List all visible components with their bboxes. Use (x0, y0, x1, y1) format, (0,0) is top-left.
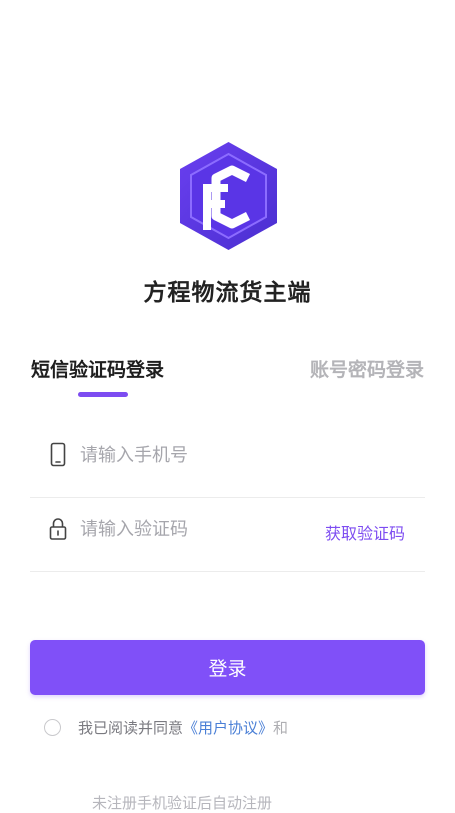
active-tab-indicator (78, 392, 128, 397)
phone-input[interactable] (80, 441, 310, 469)
login-button[interactable]: 登录 (30, 640, 425, 695)
phone-icon (48, 442, 68, 468)
tab-password-login[interactable]: 账号密码登录 (310, 355, 424, 382)
phone-field (30, 413, 425, 498)
lock-icon (48, 516, 68, 542)
tab-sms-login[interactable]: 短信验证码登录 (31, 355, 164, 382)
get-code-button[interactable]: 获取验证码 (325, 520, 405, 544)
agreement-text: 我已阅读并同意 (78, 718, 184, 737)
agreement-suffix: 和 (273, 718, 289, 737)
user-agreement-link[interactable]: 《用户协议》 (183, 717, 273, 738)
app-logo-icon (180, 142, 277, 250)
code-field: 获取验证码 (30, 487, 425, 572)
agreement-checkbox[interactable] (44, 718, 61, 736)
app-logo (178, 140, 279, 252)
app-title: 方程物流货主端 (143, 280, 312, 306)
edge-fade-overlay (295, 700, 455, 810)
code-input[interactable] (80, 515, 310, 543)
agreement-row: 我已阅读并同意 《用户协议》 和 (44, 716, 288, 738)
